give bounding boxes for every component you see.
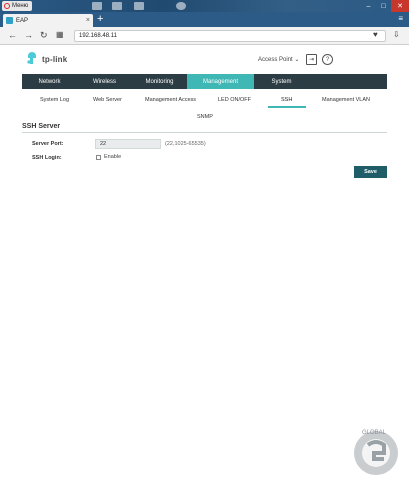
logo-text: tp-link [42, 54, 68, 64]
nav-wireless[interactable]: Wireless [77, 74, 132, 89]
bookmark-heart-icon[interactable]: ♥ [373, 30, 378, 39]
close-window-button[interactable]: ✕ [391, 0, 409, 12]
mode-label: Access Point [258, 57, 293, 63]
nav-management[interactable]: Management [187, 74, 254, 89]
opera-menu-button[interactable]: Меню [2, 1, 33, 11]
back-icon[interactable]: ← [8, 30, 17, 40]
forward-icon[interactable]: → [24, 30, 33, 40]
download-icon[interactable]: ⇩ [393, 30, 400, 39]
new-tab-button[interactable]: + [97, 13, 103, 25]
tab-menu-icon[interactable]: ≡ [398, 14, 403, 23]
subnav-led[interactable]: LED ON/OFF [218, 97, 251, 103]
subnav-system-log[interactable]: System Log [40, 97, 69, 103]
watermark-text: GLOBAL [362, 430, 387, 436]
section-title: SSH Server [22, 123, 61, 130]
subnav-management-access[interactable]: Management Access [145, 97, 196, 103]
server-port-label: Server Port: [32, 141, 64, 147]
window-titlebar: Меню – □ ✕ [0, 0, 409, 12]
tplink-logo-icon [27, 52, 36, 64]
chevron-down-icon: ⌄ [294, 57, 300, 63]
url-input[interactable]: 192.168.48.11 [74, 30, 386, 42]
tab-favicon-icon [6, 17, 13, 24]
subnav-ssh[interactable]: SSH [281, 97, 292, 103]
tplink-logo: tp-link [25, 52, 67, 66]
server-port-hint: (22,1025-65535) [165, 141, 206, 147]
opera-menu-label: Меню [12, 3, 29, 9]
browser-tab[interactable]: EAP × [3, 14, 93, 27]
nav-system[interactable]: System [254, 74, 309, 89]
active-subnav-indicator [268, 106, 306, 108]
main-nav: Network Wireless Monitoring Management S… [22, 74, 387, 89]
tab-close-icon[interactable]: × [86, 17, 90, 24]
subnav-management-vlan[interactable]: Management VLAN [322, 97, 370, 103]
mode-select[interactable]: Access Point ⌄ [258, 56, 299, 63]
nav-monitoring[interactable]: Monitoring [132, 74, 187, 89]
subnav-snmp[interactable]: SNMP [197, 114, 213, 120]
enable-checkbox[interactable] [96, 155, 101, 160]
desktop-icon [176, 2, 186, 10]
help-icon[interactable]: ? [322, 54, 333, 65]
tab-bar: EAP × + ≡ [0, 12, 409, 27]
speed-dial-icon[interactable]: ▦ [56, 30, 64, 39]
minimize-button[interactable]: – [361, 0, 376, 12]
save-button[interactable]: Save [354, 166, 387, 178]
subnav-web-server[interactable]: Web Server [93, 97, 122, 103]
app-header: tp-link Access Point ⌄ ⇥ ? [0, 45, 409, 74]
reload-icon[interactable]: ↻ [40, 30, 48, 41]
global-watermark-logo: GLOBAL [354, 430, 398, 475]
ssh-login-label: SSH Login: [32, 155, 62, 161]
tab-title: EAP [16, 17, 29, 24]
opera-logo-icon [4, 3, 10, 9]
section-divider [22, 132, 387, 133]
desktop-icon [112, 2, 122, 10]
maximize-button[interactable]: □ [376, 0, 391, 12]
window-controls: – □ ✕ [361, 0, 409, 12]
enable-label: Enable [104, 154, 122, 160]
server-port-input[interactable]: 22 [95, 139, 161, 149]
desktop-icon [134, 2, 144, 10]
address-bar: ← → ↻ ▦ 192.168.48.11 ♥ ⇩ [0, 27, 409, 45]
logout-icon[interactable]: ⇥ [306, 54, 317, 65]
desktop-icon [92, 2, 102, 10]
nav-network[interactable]: Network [22, 74, 77, 89]
